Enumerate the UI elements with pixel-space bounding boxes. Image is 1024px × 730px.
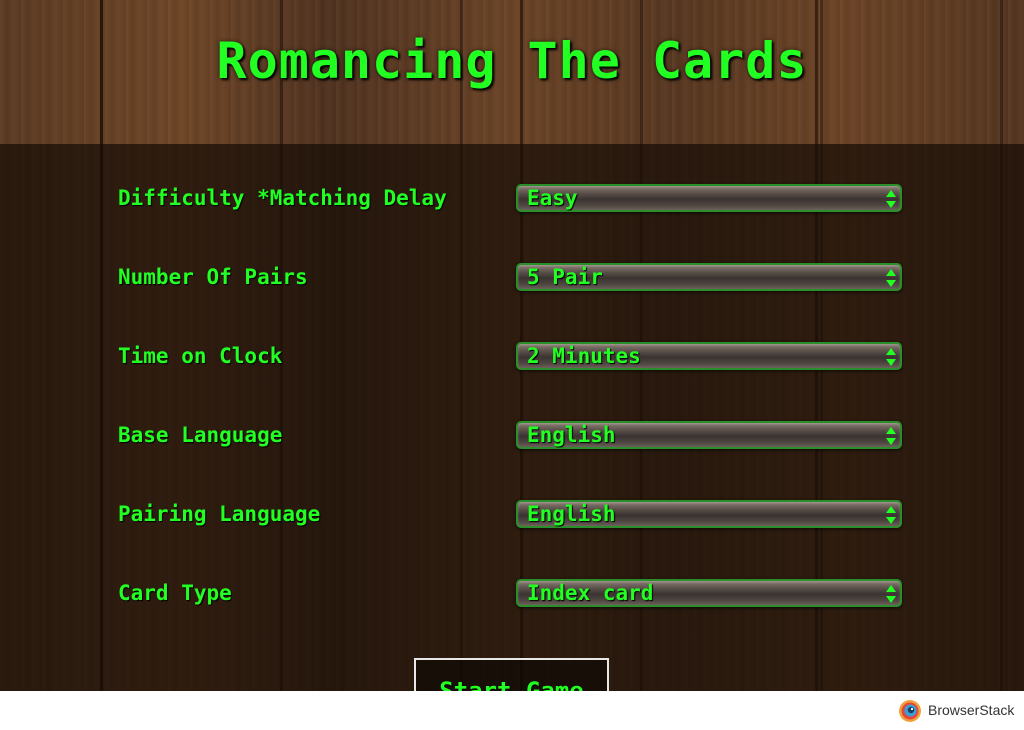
base-language-select[interactable]: English: [516, 421, 902, 449]
select-arrows-icon: [886, 190, 896, 208]
pairing-language-select[interactable]: English: [516, 500, 902, 528]
difficulty-value: Easy: [527, 186, 578, 210]
pairs-value: 5 Pair: [527, 265, 603, 289]
clock-label: Time on Clock: [118, 344, 283, 368]
clock-value: 2 Minutes: [527, 344, 641, 368]
setting-row-clock: Time on Clock 2 Minutes: [0, 342, 1024, 376]
card-type-label: Card Type: [118, 581, 232, 605]
card-type-select[interactable]: Index card: [516, 579, 902, 607]
setting-row-card-type: Card Type Index card: [0, 579, 1024, 613]
select-arrows-icon: [886, 269, 896, 287]
pairs-label: Number Of Pairs: [118, 265, 308, 289]
setting-row-difficulty: Difficulty *Matching Delay Easy: [0, 184, 1024, 218]
setting-row-pairs: Number Of Pairs 5 Pair: [0, 263, 1024, 297]
setting-row-base-language: Base Language English: [0, 421, 1024, 455]
game-title: Romancing The Cards: [216, 32, 808, 90]
pairs-select[interactable]: 5 Pair: [516, 263, 902, 291]
pairing-language-value: English: [527, 502, 616, 526]
browserstack-logo-icon: [899, 700, 921, 722]
browserstack-brand-text: BrowserStack: [928, 702, 1015, 718]
select-arrows-icon: [886, 348, 896, 366]
base-language-value: English: [527, 423, 616, 447]
setting-row-pairing-language: Pairing Language English: [0, 500, 1024, 534]
base-language-label: Base Language: [118, 423, 283, 447]
card-type-value: Index card: [527, 581, 654, 605]
game-screen: Romancing The Cards Difficulty *Matching…: [0, 0, 1024, 691]
difficulty-label: Difficulty *Matching Delay: [118, 186, 447, 210]
start-game-button[interactable]: Start Game: [414, 658, 609, 691]
select-arrows-icon: [886, 506, 896, 524]
select-arrows-icon: [886, 427, 896, 445]
select-arrows-icon: [886, 585, 896, 603]
browserstack-footer: BrowserStack: [0, 691, 1024, 730]
pairing-language-label: Pairing Language: [118, 502, 321, 526]
clock-select[interactable]: 2 Minutes: [516, 342, 902, 370]
difficulty-select[interactable]: Easy: [516, 184, 902, 212]
